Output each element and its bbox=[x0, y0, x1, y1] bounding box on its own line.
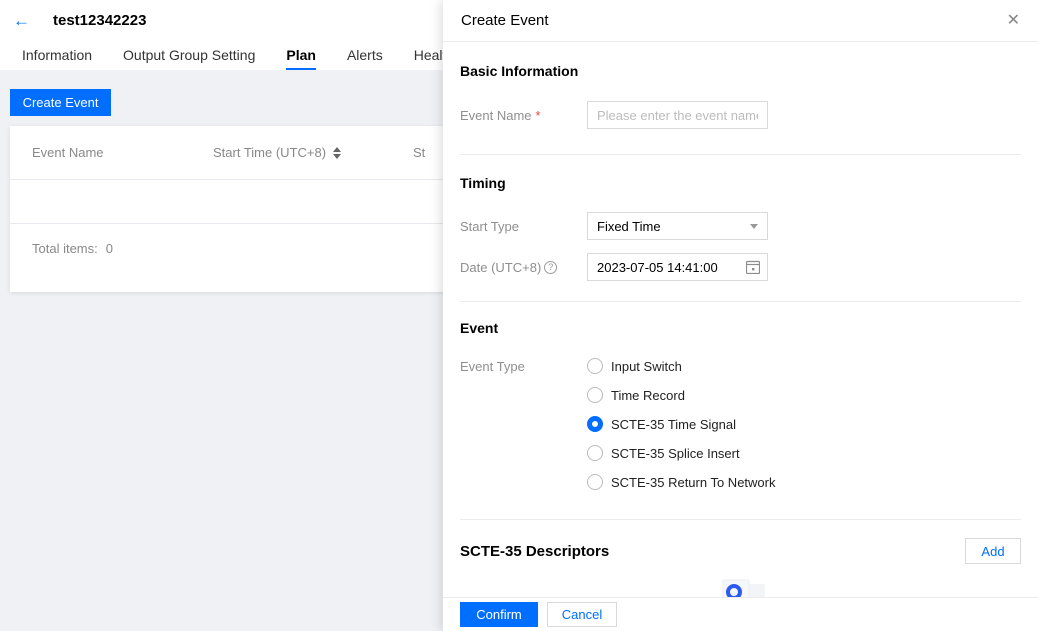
page-title: test12342223 bbox=[53, 12, 146, 29]
tab-plan[interactable]: Plan bbox=[286, 40, 316, 70]
drawer-header: Create Event ✕ bbox=[443, 0, 1038, 42]
basic-information-heading: Basic Information bbox=[460, 63, 1021, 79]
start-type-label: Start Type bbox=[460, 219, 587, 234]
radio-icon bbox=[587, 358, 603, 374]
timing-heading: Timing bbox=[460, 175, 1021, 191]
radio-scte35-return-to-network[interactable]: SCTE-35 Return To Network bbox=[587, 474, 776, 490]
total-items-label: Total items: bbox=[32, 241, 98, 256]
drawer-title: Create Event bbox=[461, 12, 549, 29]
start-type-value: Fixed Time bbox=[597, 219, 661, 234]
drawer-footer: Confirm Cancel bbox=[443, 597, 1038, 631]
event-type-label: Event Type bbox=[460, 359, 587, 374]
event-name-row: Event Name * bbox=[460, 101, 1021, 129]
tab-alerts[interactable]: Alerts bbox=[347, 40, 383, 70]
create-event-drawer: Create Event ✕ Basic Information Event N… bbox=[443, 0, 1038, 631]
empty-state-illustration bbox=[460, 572, 1021, 597]
cancel-button[interactable]: Cancel bbox=[547, 602, 617, 627]
section-divider bbox=[460, 301, 1021, 302]
start-type-row: Start Type Fixed Time bbox=[460, 212, 1021, 240]
radio-icon bbox=[587, 474, 603, 490]
column-header-event-name: Event Name bbox=[10, 145, 213, 160]
radio-icon bbox=[587, 445, 603, 461]
tab-information[interactable]: Information bbox=[22, 40, 92, 70]
total-items-value: 0 bbox=[106, 241, 113, 256]
date-input[interactable] bbox=[587, 253, 768, 281]
help-icon[interactable]: ? bbox=[544, 261, 557, 274]
event-heading: Event bbox=[460, 320, 1021, 336]
radio-time-record[interactable]: Time Record bbox=[587, 387, 776, 403]
drawer-body: Basic Information Event Name * Timing St… bbox=[443, 42, 1038, 597]
radio-scte35-time-signal[interactable]: SCTE-35 Time Signal bbox=[587, 416, 776, 432]
back-arrow-icon[interactable]: ← bbox=[13, 12, 30, 29]
section-divider bbox=[460, 519, 1021, 520]
add-descriptor-button[interactable]: Add bbox=[965, 538, 1021, 564]
event-type-row: Event Type Input Switch Time Record SCTE… bbox=[460, 358, 1021, 490]
date-row: Date (UTC+8) ? bbox=[460, 253, 1021, 281]
radio-icon bbox=[587, 387, 603, 403]
column-header-start-time: Start Time (UTC+8) bbox=[213, 145, 413, 160]
section-divider bbox=[460, 154, 1021, 155]
tab-output-group-setting[interactable]: Output Group Setting bbox=[123, 40, 255, 70]
radio-scte35-splice-insert[interactable]: SCTE-35 Splice Insert bbox=[587, 445, 776, 461]
scte35-descriptors-heading: SCTE-35 Descriptors bbox=[460, 543, 609, 560]
calendar-icon[interactable] bbox=[746, 260, 760, 279]
event-name-label: Event Name * bbox=[460, 108, 587, 123]
event-name-input[interactable] bbox=[587, 101, 768, 129]
confirm-button[interactable]: Confirm bbox=[460, 602, 538, 627]
event-type-radio-group: Input Switch Time Record SCTE-35 Time Si… bbox=[587, 358, 776, 490]
chevron-down-icon bbox=[750, 224, 758, 229]
date-label: Date (UTC+8) ? bbox=[460, 260, 587, 275]
create-event-button[interactable]: Create Event bbox=[10, 89, 111, 116]
sort-icon[interactable] bbox=[333, 147, 341, 159]
magnifier-empty-icon bbox=[693, 572, 789, 597]
descriptors-header: SCTE-35 Descriptors Add bbox=[460, 538, 1021, 564]
radio-checked-icon bbox=[587, 416, 603, 432]
radio-input-switch[interactable]: Input Switch bbox=[587, 358, 776, 374]
required-asterisk: * bbox=[536, 108, 541, 123]
start-type-select[interactable]: Fixed Time bbox=[587, 212, 768, 240]
close-icon[interactable]: ✕ bbox=[1007, 13, 1020, 29]
